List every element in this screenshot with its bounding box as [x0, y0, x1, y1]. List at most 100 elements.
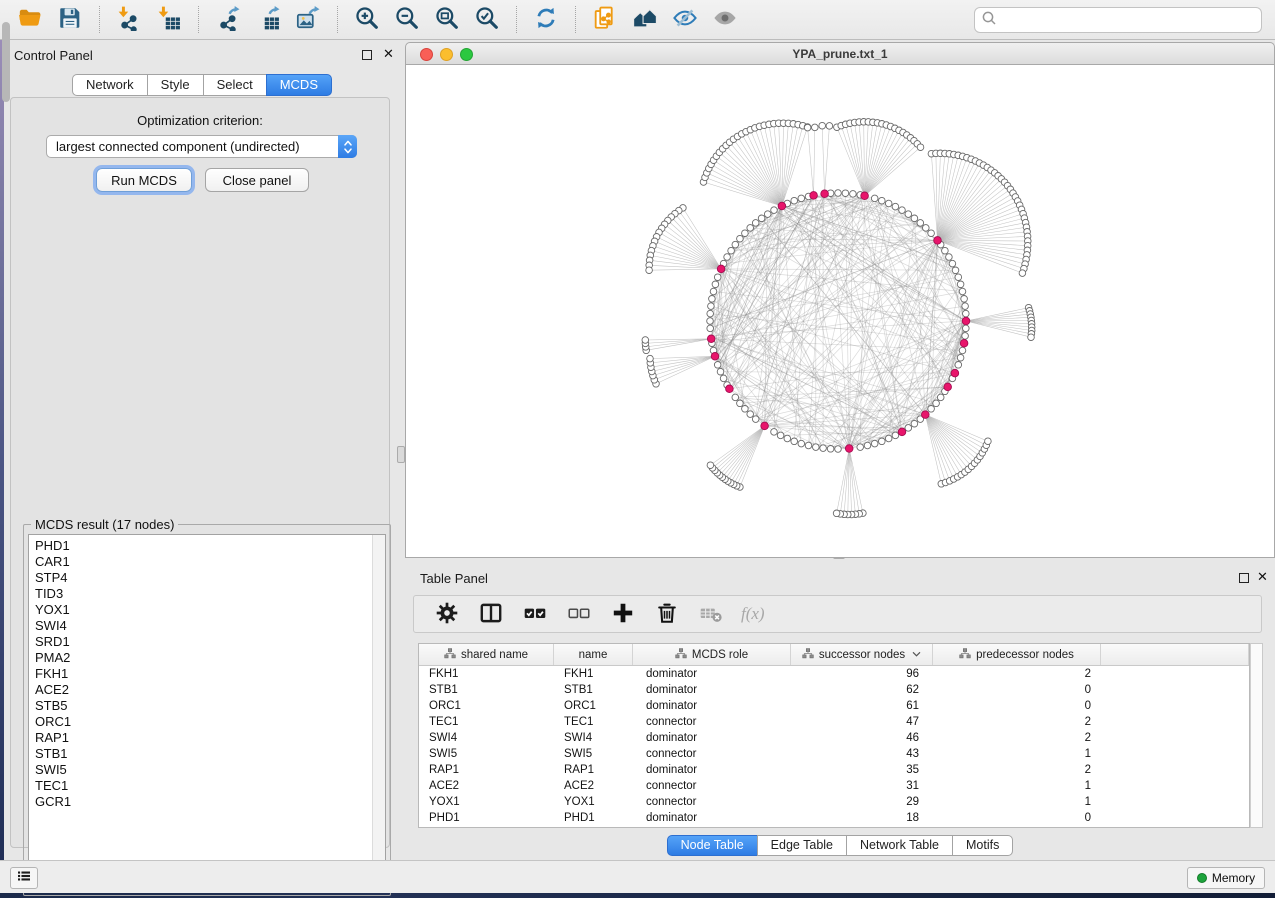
tab-style[interactable]: Style: [147, 74, 204, 96]
column-header-MCDS-role[interactable]: MCDS role: [633, 644, 791, 665]
mcds-result-item[interactable]: SWI4: [29, 618, 385, 634]
table-scrollbar[interactable]: [1250, 643, 1263, 828]
table-cell[interactable]: SWI4: [419, 730, 554, 746]
table-cell[interactable]: dominator: [633, 682, 791, 698]
table-cell[interactable]: YOX1: [554, 794, 633, 810]
table-row[interactable]: TEC1TEC1connector472: [419, 714, 1249, 730]
search-input[interactable]: [997, 10, 1261, 30]
table-cell[interactable]: 1: [933, 794, 1101, 810]
table-cell[interactable]: [1101, 746, 1249, 762]
table-cell[interactable]: dominator: [633, 762, 791, 778]
mcds-result-item[interactable]: STP4: [29, 570, 385, 586]
table-cell[interactable]: 0: [933, 810, 1101, 826]
close-panel-button[interactable]: Close panel: [205, 168, 309, 192]
table-row[interactable]: STB1STB1dominator620: [419, 682, 1249, 698]
table-cell[interactable]: dominator: [633, 666, 791, 682]
mcds-result-item[interactable]: STB1: [29, 746, 385, 762]
mcds-result-item[interactable]: PHD1: [29, 538, 385, 554]
table-cell[interactable]: FKH1: [554, 666, 633, 682]
table-cell[interactable]: connector: [633, 794, 791, 810]
import-network-button[interactable]: [113, 4, 145, 36]
zoom-in-button[interactable]: [351, 4, 383, 36]
table-cell[interactable]: [1101, 810, 1249, 826]
tab-mcds[interactable]: MCDS: [266, 74, 332, 96]
mcds-result-item[interactable]: STB5: [29, 698, 385, 714]
table-cell[interactable]: [1101, 714, 1249, 730]
table-cell[interactable]: connector: [633, 746, 791, 762]
hide-graphics-details-button[interactable]: [669, 4, 701, 36]
network-view-canvas[interactable]: [405, 65, 1275, 558]
mcds-result-item[interactable]: YOX1: [29, 602, 385, 618]
table-row[interactable]: ACE2ACE2connector311: [419, 778, 1249, 794]
table-cell[interactable]: RAP1: [419, 762, 554, 778]
vertical-splitter-handle[interactable]: [397, 446, 405, 463]
table-cell[interactable]: ACE2: [419, 778, 554, 794]
table-row[interactable]: SWI5SWI5connector431: [419, 746, 1249, 762]
table-cell[interactable]: SWI4: [554, 730, 633, 746]
zoom-out-button[interactable]: [391, 4, 423, 36]
mcds-result-item[interactable]: FKH1: [29, 666, 385, 682]
zoom-selected-button[interactable]: [471, 4, 503, 36]
table-cell[interactable]: 2: [933, 666, 1101, 682]
table-cell[interactable]: 2: [933, 714, 1101, 730]
mcds-result-item[interactable]: ACE2: [29, 682, 385, 698]
table-cell[interactable]: connector: [633, 778, 791, 794]
select-all-button[interactable]: [519, 598, 551, 630]
table-cell[interactable]: 47: [791, 714, 933, 730]
table-tab-node-table[interactable]: Node Table: [667, 835, 758, 856]
mcds-result-item[interactable]: CAR1: [29, 554, 385, 570]
task-history-button[interactable]: [10, 867, 38, 889]
table-cell[interactable]: 96: [791, 666, 933, 682]
table-row[interactable]: ORC1ORC1dominator610: [419, 698, 1249, 714]
table-cell[interactable]: SWI5: [419, 746, 554, 762]
table-cell[interactable]: 62: [791, 682, 933, 698]
network-home-button[interactable]: [629, 4, 661, 36]
table-cell[interactable]: 0: [933, 682, 1101, 698]
table-cell[interactable]: 1: [933, 778, 1101, 794]
table-row[interactable]: SWI4SWI4dominator462: [419, 730, 1249, 746]
table-cell[interactable]: SWI5: [554, 746, 633, 762]
table-scrollbar-thumb[interactable]: [2, 22, 10, 102]
table-tab-motifs[interactable]: Motifs: [952, 835, 1013, 856]
column-header-name[interactable]: name: [554, 644, 633, 665]
float-table-panel-icon[interactable]: [1239, 573, 1249, 583]
table-cell[interactable]: ORC1: [554, 698, 633, 714]
optimization-criterion-select[interactable]: largest connected component (undirected): [46, 135, 357, 158]
table-tab-edge-table[interactable]: Edge Table: [757, 835, 847, 856]
zoom-fit-button[interactable]: [431, 4, 463, 36]
table-cell[interactable]: YOX1: [419, 794, 554, 810]
table-cell[interactable]: connector: [633, 714, 791, 730]
split-view-button[interactable]: [475, 598, 507, 630]
mcds-result-item[interactable]: TID3: [29, 586, 385, 602]
table-cell[interactable]: 61: [791, 698, 933, 714]
table-cell[interactable]: 35: [791, 762, 933, 778]
mcds-result-item[interactable]: RAP1: [29, 730, 385, 746]
table-cell[interactable]: 1: [933, 746, 1101, 762]
table-cell[interactable]: ORC1: [419, 698, 554, 714]
table-cell[interactable]: 0: [933, 698, 1101, 714]
mcds-result-item[interactable]: ORC1: [29, 714, 385, 730]
mcds-list-scrollbar[interactable]: [372, 535, 385, 890]
export-table-button[interactable]: [252, 4, 284, 36]
column-header-shared-name[interactable]: shared name: [419, 644, 554, 665]
run-mcds-button[interactable]: Run MCDS: [96, 168, 192, 192]
table-cell[interactable]: [1101, 666, 1249, 682]
add-column-button[interactable]: [607, 598, 639, 630]
table-cell[interactable]: TEC1: [419, 714, 554, 730]
table-cell[interactable]: RAP1: [554, 762, 633, 778]
table-tab-network-table[interactable]: Network Table: [846, 835, 953, 856]
table-cell[interactable]: 18: [791, 810, 933, 826]
table-cell[interactable]: dominator: [633, 730, 791, 746]
table-row[interactable]: PHD1PHD1dominator180: [419, 810, 1249, 826]
table-cell[interactable]: PHD1: [554, 810, 633, 826]
table-cell[interactable]: TEC1: [554, 714, 633, 730]
share-document-button[interactable]: [589, 4, 621, 36]
close-table-panel-icon[interactable]: ✕: [1257, 569, 1268, 585]
deselect-all-button[interactable]: [563, 598, 595, 630]
settings-button[interactable]: [431, 598, 463, 630]
table-cell[interactable]: [1101, 762, 1249, 778]
table-cell[interactable]: 2: [933, 762, 1101, 778]
table-row[interactable]: RAP1RAP1dominator352: [419, 762, 1249, 778]
mcds-result-list[interactable]: PHD1CAR1STP4TID3YOX1SWI4SRD1PMA2FKH1ACE2…: [28, 534, 386, 891]
show-graphics-details-button[interactable]: [709, 4, 741, 36]
